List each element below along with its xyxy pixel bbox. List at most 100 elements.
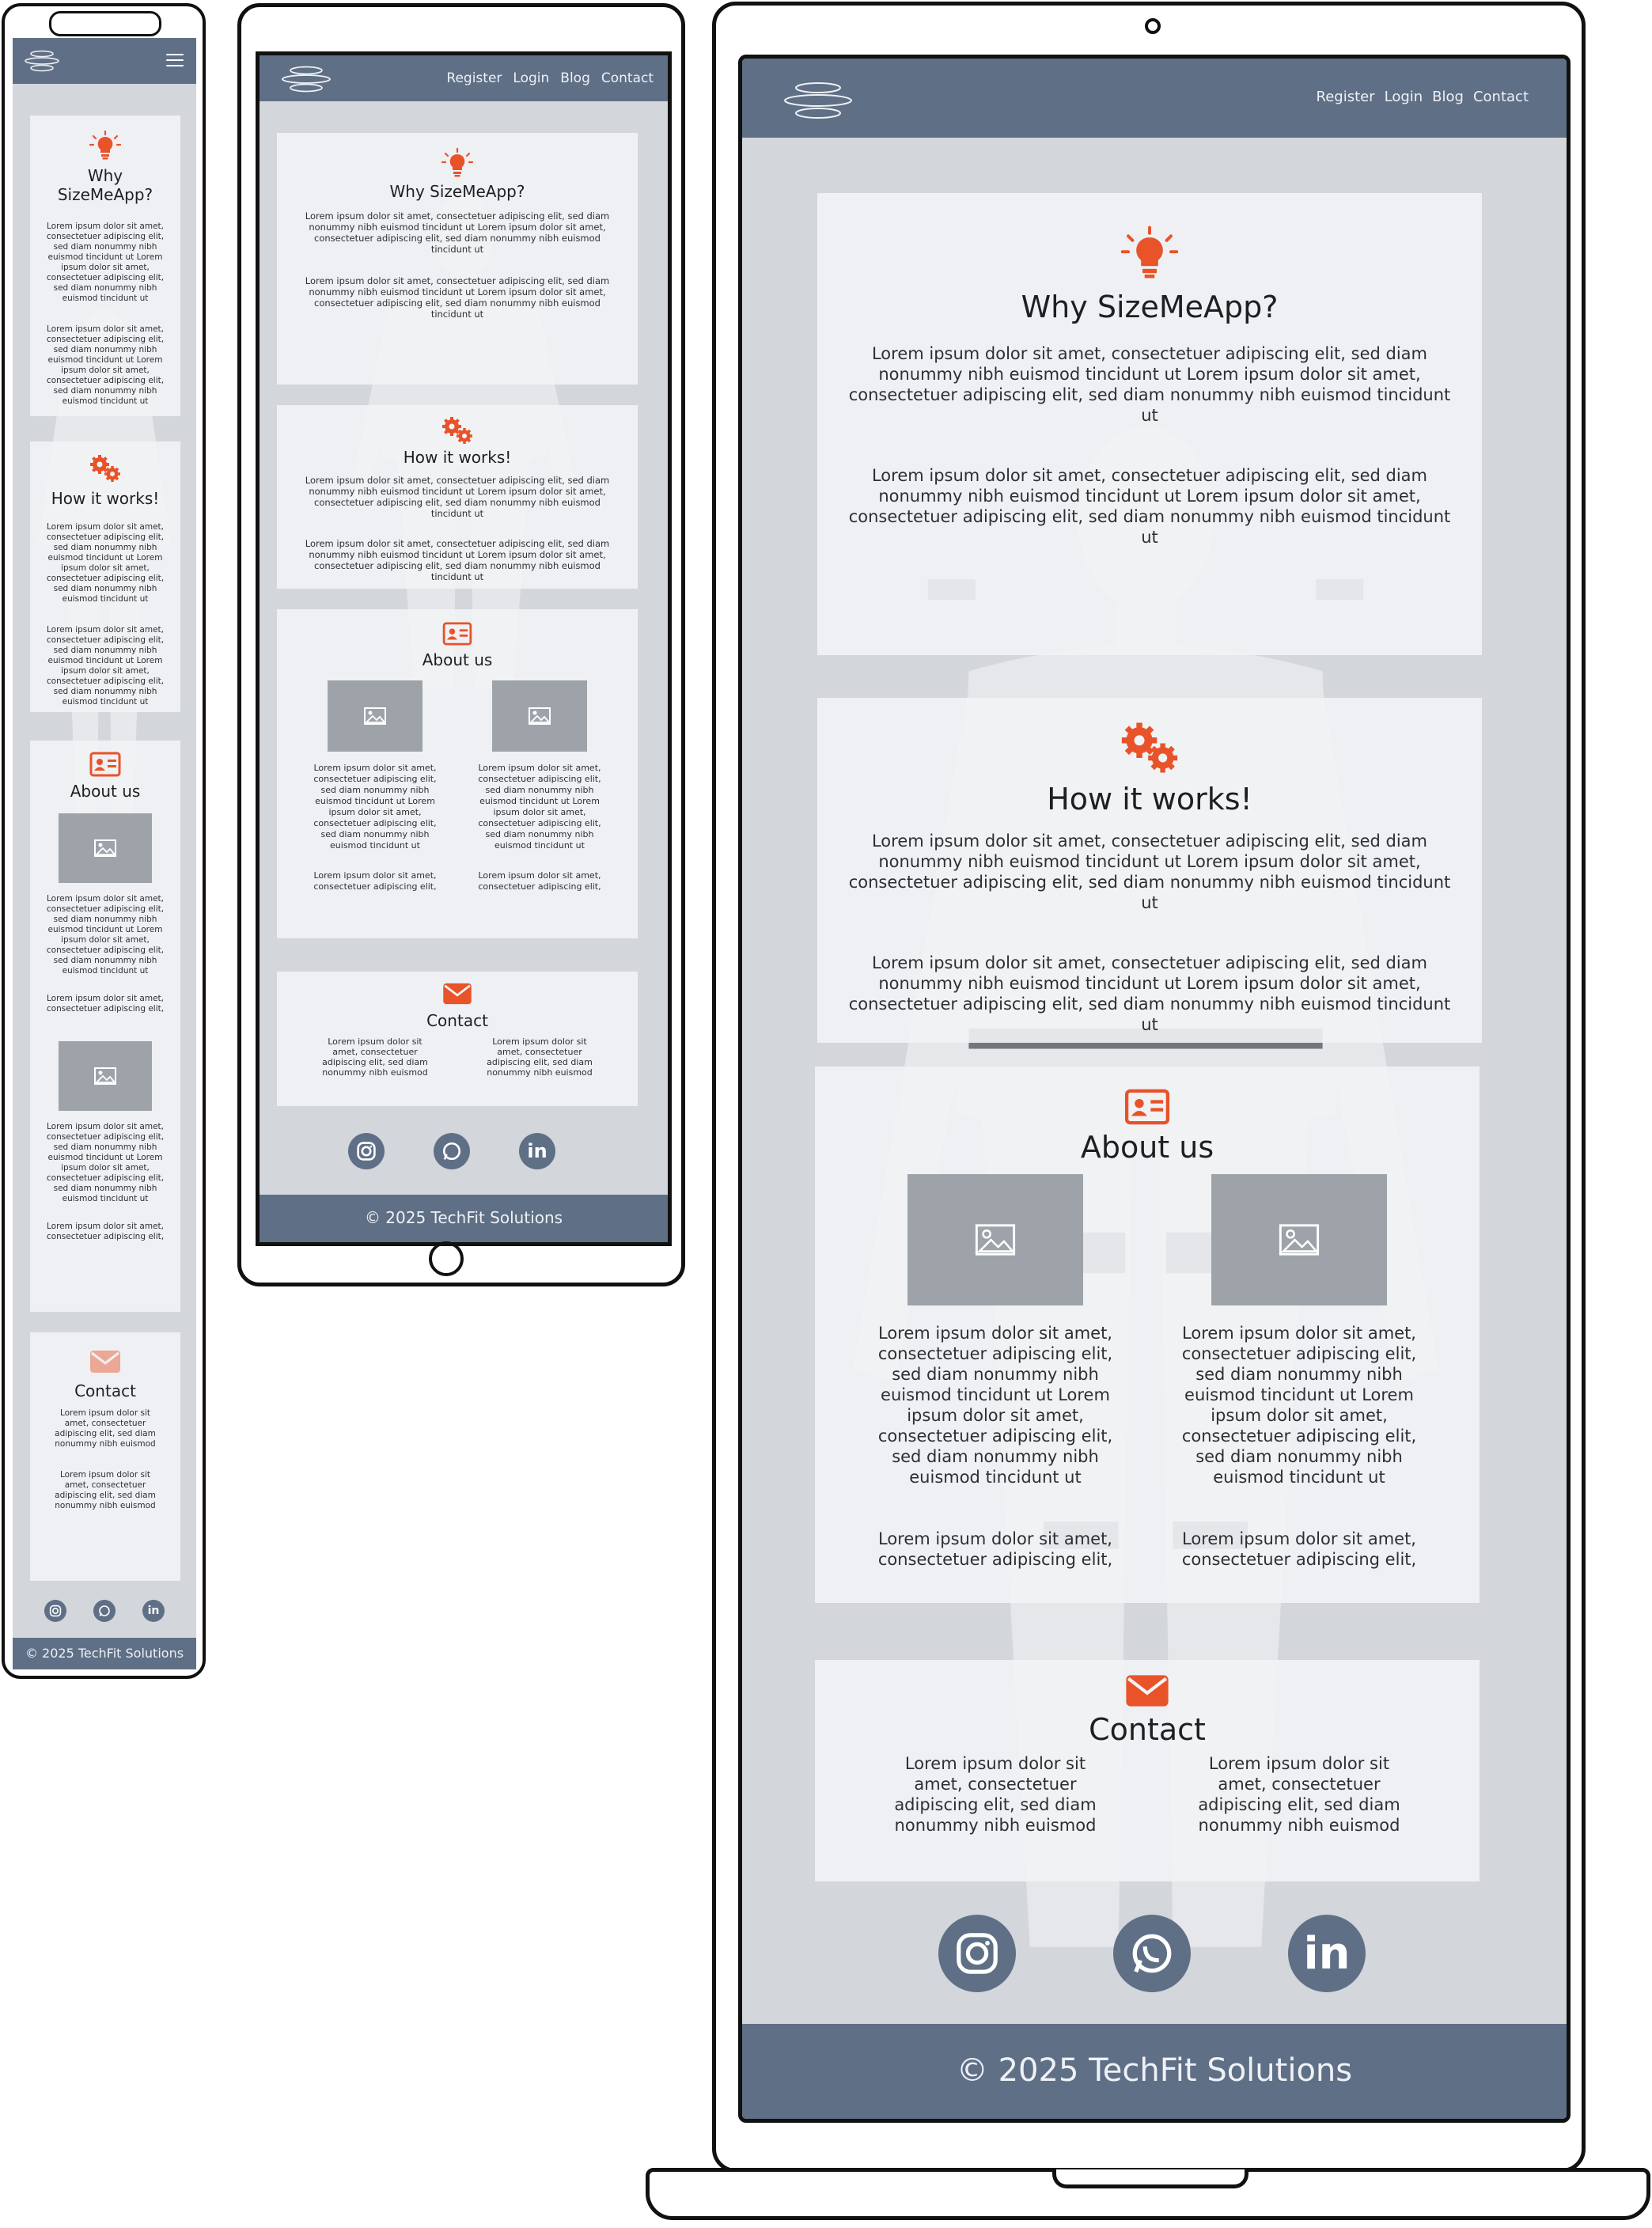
team-member-2: Lorem ipsum dolor sit amet, consectetuer… [472,680,607,892]
why-paragraph-1: Lorem ipsum dolor sit amet, consectetuer… [46,222,165,303]
menu-button[interactable] [166,54,184,66]
tablet-header: Register Login Blog Contact [260,55,668,101]
team-photo-2 [59,1041,152,1111]
nav-links: Register Login Blog Contact [1317,89,1529,105]
laptop-screen: Register Login Blog Contact Why SizeMeAp… [738,55,1571,2123]
contact-title: Contact [74,1381,136,1400]
nav-blog-link[interactable]: Blog [560,70,590,86]
laptop-hinge-notch [1052,2169,1248,2188]
how-paragraph-1: Lorem ipsum dolor sit amet, consectetuer… [305,475,610,519]
app-logo [282,66,331,93]
contact-column-1: Lorem ipsum dolor sit amet, consectetuer… [322,1036,428,1078]
lightbulb-icon [441,147,474,177]
id-card-icon [1124,1089,1170,1125]
nav-login-link[interactable]: Login [513,70,549,86]
nav-register-link[interactable]: Register [446,70,502,86]
how-paragraph-2: Lorem ipsum dolor sit amet, consectetuer… [848,953,1451,1034]
whatsapp-icon[interactable] [1113,1915,1191,1992]
about-member-2-extra: Lorem ipsum dolor sit amet, consectetuer… [478,870,601,892]
why-paragraph-1: Lorem ipsum dolor sit amet, consectetuer… [848,344,1451,425]
why-paragraph-2: Lorem ipsum dolor sit amet, consectetuer… [46,324,165,406]
linkedin-icon[interactable]: in [1288,1915,1366,1992]
contact-section: Contact Lorem ipsum dolor sit amet, cons… [277,972,638,1106]
footer: © 2025 TechFit Solutions [13,1638,196,1669]
tablet-home-button[interactable] [429,1241,464,1276]
phone-screen: Why SizeMeApp? Lorem ipsum dolor sit ame… [13,38,196,1669]
gears-icon [1121,722,1178,773]
tablet-frame: Register Login Blog Contact Why SizeMeAp… [237,3,685,1286]
whatsapp-icon[interactable] [434,1133,470,1169]
image-icon [529,707,551,725]
footer: © 2025 TechFit Solutions [742,2024,1567,2119]
team-photo-1 [907,1174,1083,1305]
nav-login-link[interactable]: Login [1385,89,1423,105]
phone-notch [49,11,161,36]
about-title: About us [422,650,493,669]
webcam [1145,18,1161,34]
linkedin-label: in [147,1605,160,1617]
about-title: About us [1080,1130,1214,1165]
contact-title: Contact [426,1011,488,1030]
contact-column-1: Lorem ipsum dolor sit amet, consectetuer… [55,1408,156,1449]
how-section: How it works! Lorem ipsum dolor sit amet… [277,405,638,589]
contact-column-2: Lorem ipsum dolor sit amet, consectetuer… [1198,1754,1400,1835]
nav-register-link[interactable]: Register [1317,89,1375,105]
envelope-icon [443,983,472,1005]
how-section: How it works! Lorem ipsum dolor sit amet… [30,441,180,712]
nav-contact-link[interactable]: Contact [1473,89,1529,105]
instagram-icon[interactable] [348,1133,385,1169]
contact-column-2: Lorem ipsum dolor sit amet, consectetuer… [55,1470,156,1510]
social-links: in [44,1600,165,1622]
about-section: About us Lorem ipsum dolor sit amet, con… [277,609,638,938]
image-icon [1279,1224,1320,1256]
envelope-icon [90,1351,120,1373]
how-paragraph-1: Lorem ipsum dolor sit amet, consectetuer… [848,832,1451,912]
team-photo-1 [59,813,152,883]
how-section: How it works! Lorem ipsum dolor sit amet… [817,698,1482,1043]
nav-contact-link[interactable]: Contact [601,70,654,86]
about-member-1-text: Lorem ipsum dolor sit amet, consectetuer… [46,894,165,976]
about-member-1-text: Lorem ipsum dolor sit amet, consectetuer… [313,763,437,851]
team-photo-2 [492,680,587,752]
phone-header [13,38,196,84]
about-section: About us Lorem ipsum dolor sit amet, con… [30,741,180,1312]
laptop-header: Register Login Blog Contact [742,59,1567,138]
team-photo-1 [328,680,422,752]
about-title: About us [70,782,141,801]
team-member-1: Lorem ipsum dolor sit amet, consectetuer… [877,1174,1114,1570]
why-section: Why SizeMeApp? Lorem ipsum dolor sit ame… [817,193,1482,655]
gears-icon [442,417,472,444]
id-card-icon [442,622,472,646]
id-card-icon [89,752,121,777]
why-section: Why SizeMeApp? Lorem ipsum dolor sit ame… [277,133,638,385]
instagram-icon[interactable] [938,1915,1016,1992]
nav-links: Register Login Blog Contact [446,70,654,86]
contact-section: Contact Lorem ipsum dolor sit amet, cons… [30,1332,180,1581]
about-member-2-extra: Lorem ipsum dolor sit amet, consectetuer… [46,1222,165,1241]
social-links: in [348,1133,555,1169]
about-member-1-extra: Lorem ipsum dolor sit amet, consectetuer… [877,1529,1113,1569]
about-section: About us Lorem ipsum dolor sit amet, con… [815,1067,1480,1603]
whatsapp-icon[interactable] [93,1600,116,1622]
linkedin-icon[interactable]: in [142,1600,165,1622]
how-title: How it works! [1047,782,1252,817]
image-icon [975,1224,1016,1256]
about-member-2-text: Lorem ipsum dolor sit amet, consectetuer… [1181,1324,1417,1487]
team-member-1: Lorem ipsum dolor sit amet, consectetuer… [308,680,442,892]
about-member-2-text: Lorem ipsum dolor sit amet, consectetuer… [478,763,601,851]
nav-blog-link[interactable]: Blog [1432,89,1464,105]
lightbulb-icon [1120,225,1179,278]
instagram-icon[interactable] [44,1600,66,1622]
how-paragraph-1: Lorem ipsum dolor sit amet, consectetuer… [46,522,165,604]
linkedin-label: in [527,1140,548,1162]
contact-title: Contact [1089,1712,1206,1747]
contact-section: Contact Lorem ipsum dolor sit amet, cons… [815,1660,1480,1881]
linkedin-icon[interactable]: in [519,1133,555,1169]
about-member-1-extra: Lorem ipsum dolor sit amet, consectetuer… [313,870,437,892]
why-paragraph-1: Lorem ipsum dolor sit amet, consectetuer… [305,210,610,255]
how-paragraph-2: Lorem ipsum dolor sit amet, consectetuer… [305,538,610,582]
why-paragraph-2: Lorem ipsum dolor sit amet, consectetuer… [305,275,610,320]
how-title: How it works! [51,489,160,508]
how-paragraph-2: Lorem ipsum dolor sit amet, consectetuer… [46,625,165,707]
phone-frame: Why SizeMeApp? Lorem ipsum dolor sit ame… [2,3,206,1679]
